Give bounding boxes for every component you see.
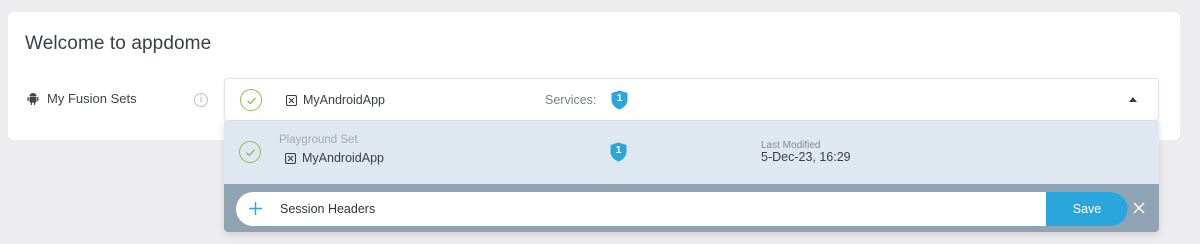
- shield-icon: 1: [611, 90, 628, 110]
- fusion-set-selector[interactable]: MyAndroidApp Services: 1: [224, 78, 1159, 121]
- fusion-sets-label: My Fusion Sets: [47, 91, 137, 106]
- caret-up-icon[interactable]: [1129, 97, 1137, 102]
- option-app-name: MyAndroidApp: [302, 151, 384, 165]
- last-modified-value: 5-Dec-23, 16:29: [761, 150, 851, 164]
- option-services-count: 1: [615, 145, 622, 156]
- check-circle-icon: [240, 89, 262, 111]
- fusion-set-dropdown: Playground Set MyAndroidApp 1 Last Modif…: [224, 121, 1159, 232]
- shield-icon: 1: [610, 142, 627, 162]
- android-icon: [27, 93, 39, 105]
- option-app: MyAndroidApp: [285, 151, 384, 165]
- selected-app-name: MyAndroidApp: [303, 93, 385, 107]
- page-title: Welcome to appdome: [25, 33, 212, 54]
- app-icon: [286, 94, 297, 106]
- new-fusion-set-bar: Save: [236, 192, 1128, 226]
- close-icon[interactable]: [1132, 201, 1146, 215]
- save-button[interactable]: Save: [1046, 192, 1128, 226]
- services-count: 1: [616, 93, 623, 104]
- services-label: Services:: [545, 93, 597, 107]
- app-icon: [285, 152, 296, 164]
- plus-icon[interactable]: [248, 201, 263, 216]
- fusion-sets-label-row: My Fusion Sets: [27, 91, 137, 106]
- fusion-set-name-input[interactable]: [280, 192, 1040, 226]
- info-icon[interactable]: i: [194, 93, 208, 107]
- list-item[interactable]: Playground Set MyAndroidApp 1 Last Modif…: [224, 121, 1159, 184]
- selected-app: MyAndroidApp: [286, 93, 385, 107]
- check-circle-icon: [239, 141, 261, 163]
- option-set-name: Playground Set: [279, 134, 358, 146]
